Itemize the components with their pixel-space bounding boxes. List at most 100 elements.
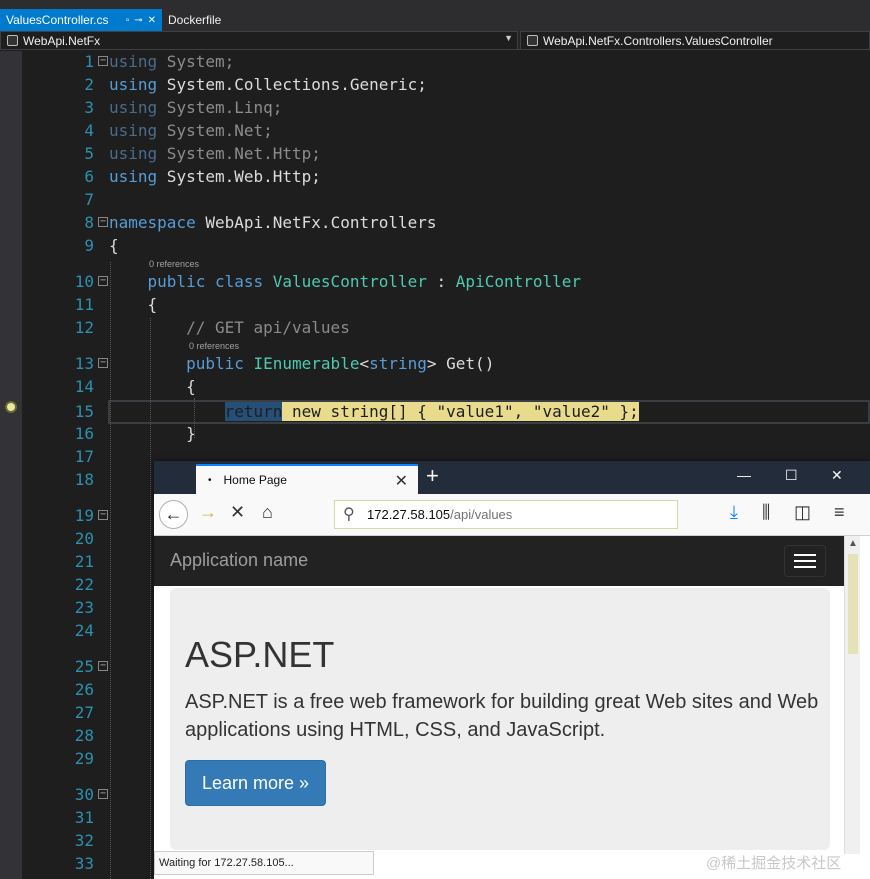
scrollbar-thumb[interactable] (848, 554, 858, 654)
line-number: 33 (74, 854, 94, 873)
stop-icon[interactable]: ✕ (230, 502, 245, 523)
loading-icon: • (208, 474, 212, 486)
app-name-link[interactable]: Application name (170, 550, 308, 571)
url-host: 172.27.58.105 (367, 507, 451, 522)
home-icon[interactable]: ⌂ (262, 502, 273, 523)
tab-valuescontroller[interactable]: ValuesController.cs ▫ ⊸ ✕ (0, 9, 162, 31)
code-text: System.Linq; (157, 98, 283, 117)
code-line[interactable]: 15 return new string[] { "value1", "valu… (22, 400, 870, 423)
pin-icon[interactable]: ⊸ (134, 15, 142, 26)
scroll-up-icon[interactable]: ▲ (848, 538, 858, 549)
forward-icon[interactable]: → (199, 502, 217, 523)
search-icon: ⚲ (343, 506, 355, 523)
chevron-down-icon: ▼ (504, 33, 513, 43)
download-icon[interactable]: ⤓ (730, 502, 738, 523)
line-number: 13 (74, 354, 94, 373)
code-line[interactable]: 13 − public IEnumerable<string> Get() (22, 352, 870, 375)
browser-titlebar[interactable]: • Home Page ✕ + — ☐ ✕ (154, 461, 870, 494)
browser-window: • Home Page ✕ + — ☐ ✕ ← → ✕ ⌂ ⚲ 172.27.5… (154, 461, 870, 879)
codelens-references[interactable]: 0 references (149, 259, 199, 269)
line-number: 24 (74, 621, 94, 640)
project-dropdown[interactable]: WebApi.NetFx ▼ (0, 31, 518, 50)
code-line[interactable]: 3 using System.Linq; (22, 96, 870, 119)
keyword: string (369, 354, 427, 373)
code-text: { (186, 377, 196, 396)
line-number: 25 (74, 657, 94, 676)
code-line[interactable]: 10 − public class ValuesController : Api… (22, 270, 870, 293)
code-line[interactable]: 14 { (22, 375, 870, 398)
library-icon[interactable]: ⫼ (762, 502, 770, 523)
navigation-bar: WebApi.NetFx ▼ WebApi.NetFx.Controllers.… (0, 31, 870, 50)
maximize-icon[interactable]: ☐ (785, 467, 798, 484)
scrollbar[interactable]: ▲ (844, 536, 860, 854)
line-number: 32 (74, 831, 94, 850)
line-number: 3 (84, 98, 94, 117)
browser-tab-home-page[interactable]: • Home Page ✕ (196, 464, 418, 494)
close-tab-icon[interactable]: ✕ (148, 15, 156, 26)
keyword: return (224, 402, 283, 421)
code-text: System.Net; (157, 121, 273, 140)
collapse-icon[interactable]: − (98, 789, 108, 799)
watermark: @稀土掘金技术社区 (706, 855, 842, 872)
code-text: < (359, 354, 370, 373)
code-line[interactable]: 16 } (22, 422, 870, 445)
collapse-icon[interactable]: − (98, 276, 108, 286)
keyword: class (205, 272, 264, 291)
indicator-margin[interactable] (0, 51, 22, 879)
tab-title: Home Page (223, 473, 287, 487)
page-heading: ASP.NET (185, 634, 335, 675)
line-number: 27 (74, 703, 94, 722)
code-line[interactable]: 7 (22, 188, 870, 211)
collapse-icon[interactable]: − (98, 661, 108, 671)
tab-dockerfile[interactable]: Dockerfile (162, 9, 252, 31)
code-line[interactable]: 12 // GET api/values (22, 316, 870, 339)
code-line[interactable]: 11 { (22, 293, 870, 316)
code-text: { (109, 236, 119, 255)
code-line[interactable]: 4 using System.Net; (22, 119, 870, 142)
code-text: { (147, 295, 158, 314)
code-line[interactable]: 8 − namespace WebApi.NetFx.Controllers (22, 211, 870, 234)
url-path: /api/values (450, 507, 513, 522)
code-line[interactable]: 1 − using System; (22, 50, 870, 73)
code-line[interactable]: 2 using System.Collections.Generic; (22, 73, 870, 96)
code-line[interactable]: 5 using System.Net.Http; (22, 142, 870, 165)
url-bar[interactable]: ⚲ 172.27.58.105/api/values (334, 500, 678, 529)
collapse-icon[interactable]: − (98, 510, 108, 520)
codelens-references[interactable]: 0 references (189, 341, 239, 351)
code-text: : (426, 272, 456, 291)
tab-label: ValuesController.cs (6, 13, 109, 27)
browser-toolbar: ← → ✕ ⌂ ⚲ 172.27.58.105/api/values ⤓ ⫼ ◫… (154, 494, 870, 536)
code-text: WebApi.NetFx.Controllers (195, 213, 437, 232)
line-number: 17 (74, 447, 94, 466)
code-text: System; (157, 52, 235, 71)
menu-icon[interactable]: ≡ (834, 502, 845, 523)
learn-more-button[interactable]: Learn more » (185, 760, 326, 806)
collapse-icon[interactable]: − (98, 217, 108, 227)
collapse-icon[interactable]: − (98, 358, 108, 368)
new-tab-button[interactable]: + (426, 463, 439, 489)
close-window-icon[interactable]: ✕ (831, 467, 843, 484)
minimize-icon[interactable]: — (737, 467, 751, 483)
keyword: public (147, 272, 206, 291)
line-number: 22 (74, 575, 94, 594)
keyword: public (186, 354, 244, 373)
line-number: 31 (74, 808, 94, 827)
code-text: System.Collections.Generic; (157, 75, 427, 94)
code-line[interactable]: 9 { (22, 234, 870, 257)
tab-label: Dockerfile (168, 13, 222, 27)
line-number: 30 (74, 785, 94, 804)
close-icon[interactable]: ✕ (395, 471, 408, 491)
line-number: 9 (84, 236, 94, 255)
status-bar: Waiting for 172.27.58.105... (154, 851, 374, 875)
collapse-icon[interactable]: − (98, 56, 108, 66)
hamburger-icon[interactable] (784, 545, 826, 577)
member-dropdown[interactable]: WebApi.NetFx.Controllers.ValuesControlle… (520, 31, 870, 50)
sidebar-icon[interactable]: ◫ (794, 502, 811, 523)
line-number: 2 (84, 75, 94, 94)
code-line[interactable]: 6 using System.Web.Http; (22, 165, 870, 188)
line-number: 20 (74, 529, 94, 548)
back-icon[interactable]: ← (159, 500, 188, 529)
breakpoint-icon[interactable] (5, 401, 17, 413)
line-number: 16 (74, 424, 94, 443)
line-number: 28 (74, 726, 94, 745)
